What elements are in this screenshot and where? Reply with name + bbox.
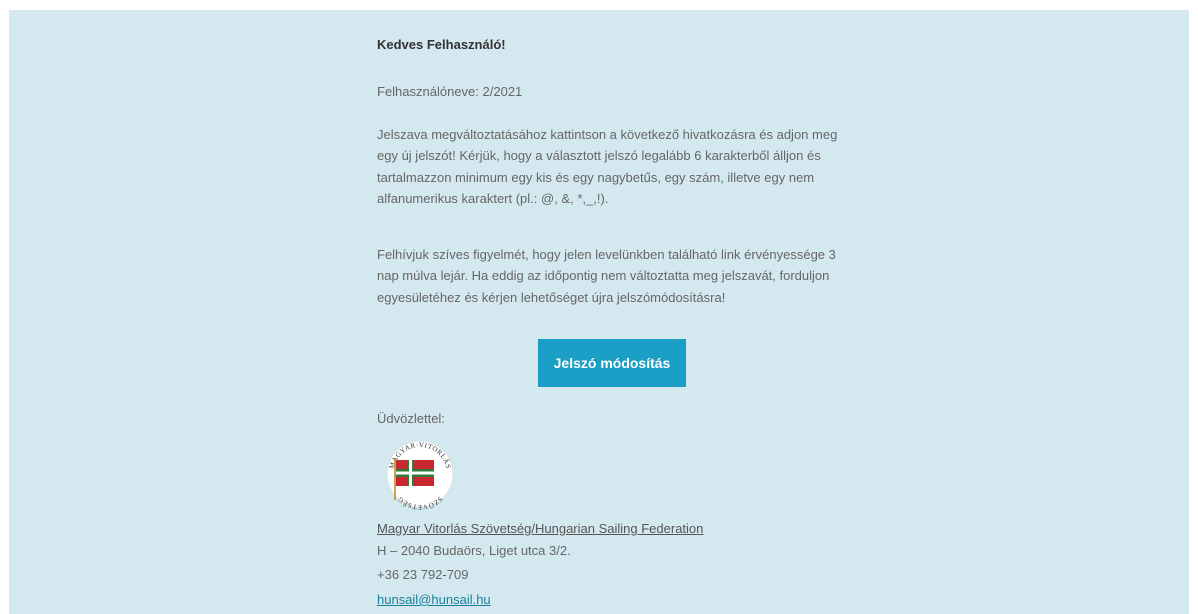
- address-line: H – 2040 Budaörs, Liget utca 3/2.: [377, 543, 571, 558]
- email-link[interactable]: hunsail@hunsail.hu: [377, 589, 491, 610]
- federation-logo: MAGYAR·VITORLÁS SZÖVETSÉG: [386, 440, 454, 511]
- closing-salutation: Üdvözlettel:: [377, 411, 445, 426]
- expiry-notice-paragraph: Felhívjuk szíves figyelmét, hogy jelen l…: [377, 247, 836, 305]
- email-body-panel: Kedves Felhasználó! Felhasználóneve: 2/2…: [9, 10, 1189, 614]
- change-password-button[interactable]: Jelszó módosítás: [538, 339, 686, 387]
- phone-line: +36 23 792-709: [377, 567, 469, 582]
- username-line: Felhasználóneve: 2/2021: [377, 84, 523, 99]
- organization-link[interactable]: Magyar Vitorlás Szövetség/Hungarian Sail…: [377, 518, 703, 539]
- greeting-heading: Kedves Felhasználó!: [377, 37, 506, 52]
- instructions-paragraph: Jelszava megváltoztatásához kattintson a…: [377, 127, 838, 206]
